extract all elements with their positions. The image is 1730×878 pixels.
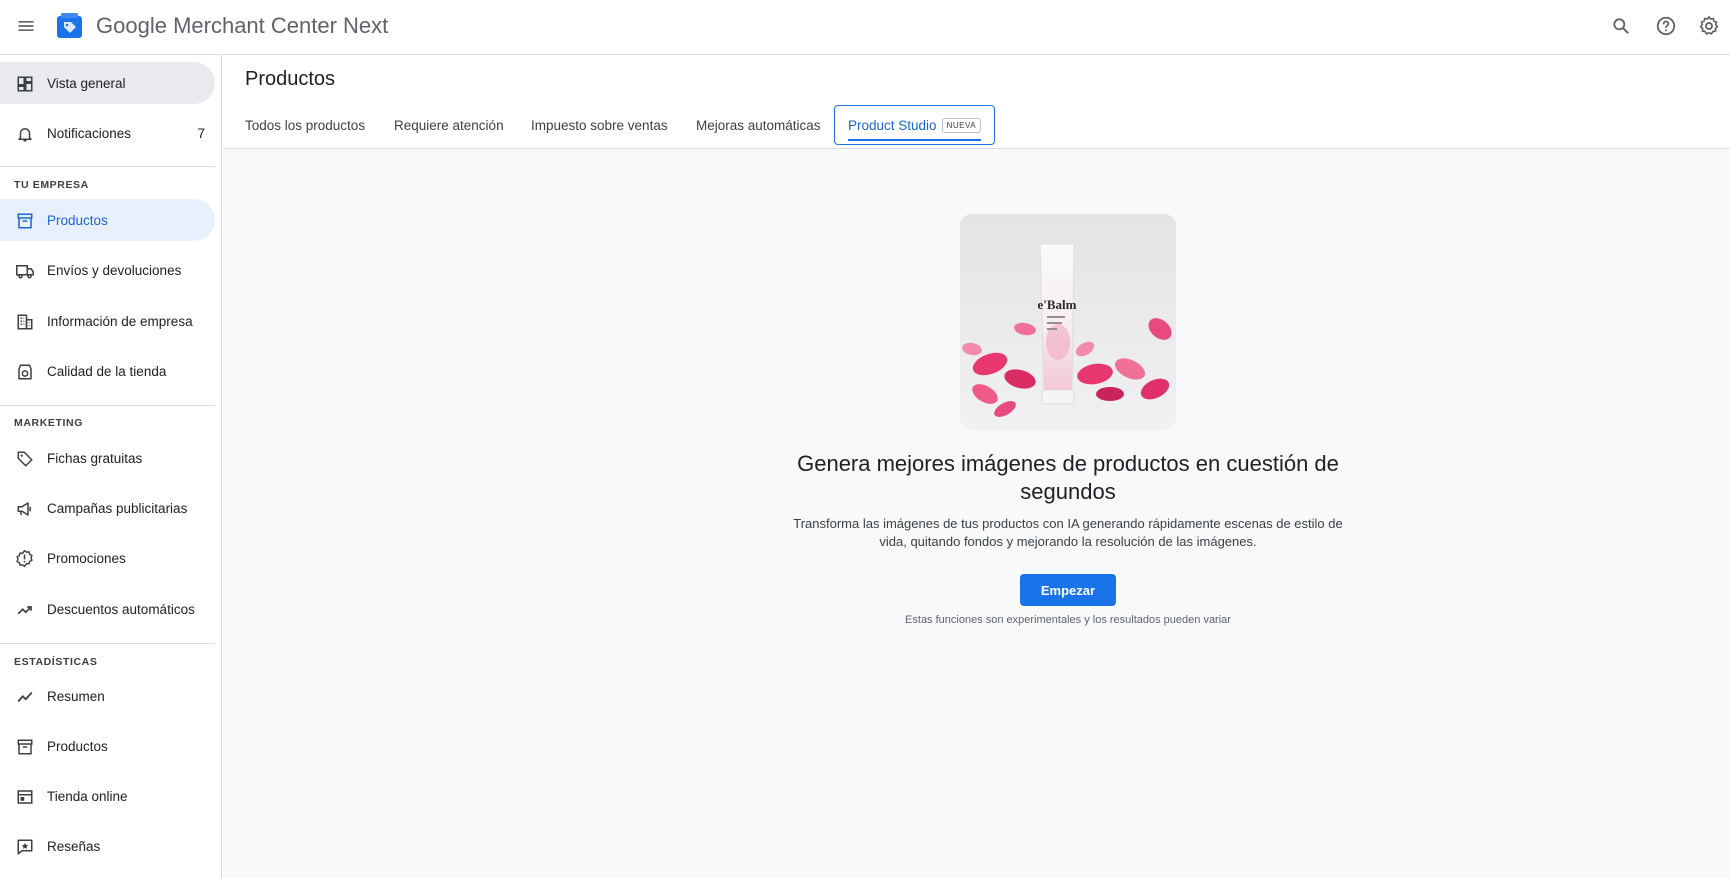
megaphone-icon <box>14 498 35 519</box>
tab-label: Todos los productos <box>245 117 366 133</box>
sidebar-item-resumen[interactable]: Resumen <box>0 675 215 717</box>
tab-product-studio[interactable]: Product Studio NUEVA <box>834 105 996 145</box>
store-quality-icon <box>14 361 35 382</box>
sidebar-item-notificaciones[interactable]: Notificaciones 7 <box>0 112 215 154</box>
sidebar-item-label: Resumen <box>47 688 105 704</box>
tab-mejoras-automaticas[interactable]: Mejoras automáticas <box>696 105 821 145</box>
sidebar-item-label: Reseñas <box>47 838 101 854</box>
web-window-icon <box>14 786 35 807</box>
help-icon[interactable] <box>1651 11 1681 41</box>
tab-label: Mejoras automáticas <box>696 117 821 133</box>
top-app-bar: Google Merchant Center Next <box>0 0 1730 55</box>
tag-icon <box>14 448 35 469</box>
app-title: Google Merchant Center Next <box>96 13 388 39</box>
sidebar-item-label: Fichas gratuitas <box>47 450 143 466</box>
page-header: Productos Todos los productos Requiere a… <box>223 55 1730 149</box>
sidebar-item-descuentos[interactable]: Descuentos automáticos <box>0 588 215 630</box>
new-badge: NUEVA <box>941 117 982 133</box>
sidebar-item-tienda-online[interactable]: Tienda online <box>0 775 215 817</box>
trend-line-icon <box>14 686 35 707</box>
divider <box>0 643 215 644</box>
product-name: Merchant Center Next <box>173 13 389 38</box>
sidebar-item-promociones[interactable]: Promociones <box>0 537 215 579</box>
sidebar-item-productos[interactable]: Productos <box>0 199 215 241</box>
main-content: Productos Todos los productos Requiere a… <box>223 55 1730 878</box>
sidebar-item-label: Productos <box>47 212 108 228</box>
section-header-marketing: MARKETING <box>14 417 83 429</box>
product-studio-hero-image: e'Balm <box>960 214 1176 430</box>
divider <box>0 405 215 406</box>
sidebar-item-fichas-gratuitas[interactable]: Fichas gratuitas <box>0 437 215 479</box>
section-header-estadisticas: ESTADÍSTICAS <box>14 656 98 668</box>
sidebar-item-vista-general[interactable]: Vista general <box>0 62 215 104</box>
sidebar-item-label: Promociones <box>47 550 126 566</box>
notification-count: 7 <box>197 125 205 141</box>
tab-label: Impuesto sobre ventas <box>531 117 668 133</box>
settings-icon[interactable] <box>1694 11 1724 41</box>
merchant-center-logo-icon <box>56 12 83 39</box>
building-icon <box>14 311 35 332</box>
truck-icon <box>14 260 35 281</box>
menu-icon[interactable] <box>12 12 40 40</box>
sidebar-item-label: Productos <box>47 738 108 754</box>
tab-label: Requiere atención <box>394 117 504 133</box>
empezar-button[interactable]: Empezar <box>1020 574 1116 606</box>
sidebar-item-informacion-empresa[interactable]: Información de empresa <box>0 300 215 342</box>
hero-description: Transforma las imágenes de tus productos… <box>793 516 1343 549</box>
promotion-badge-icon <box>14 548 35 569</box>
section-header-tu-empresa: TU EMPRESA <box>14 179 89 191</box>
search-icon[interactable] <box>1606 11 1636 41</box>
sidebar-item-label: Tienda online <box>47 788 128 804</box>
archive-box-icon <box>14 210 35 231</box>
sidebar: Vista general Notificaciones 7 TU EMPRES… <box>0 55 222 878</box>
divider <box>0 166 215 167</box>
review-star-icon <box>14 836 35 857</box>
sidebar-item-label: Descuentos automáticos <box>47 601 195 617</box>
sidebar-item-estadisticas-productos[interactable]: Productos <box>0 725 215 767</box>
experimental-note: Estas funciones son experimentales y los… <box>905 614 1231 626</box>
bell-icon <box>14 123 35 144</box>
sidebar-item-label: Campañas publicitarias <box>47 500 188 516</box>
dashboard-icon <box>14 73 35 94</box>
sidebar-item-label: Notificaciones <box>47 125 132 141</box>
sidebar-item-label: Envíos y devoluciones <box>47 262 182 278</box>
sidebar-item-label: Vista general <box>47 75 126 91</box>
hero-headline: Genera mejores imágenes de productos en … <box>797 451 1339 504</box>
tab-impuesto-sobre-ventas[interactable]: Impuesto sobre ventas <box>531 105 668 145</box>
sidebar-item-label: Calidad de la tienda <box>47 363 167 379</box>
product-brand-text: e'Balm <box>1038 297 1077 312</box>
page-title: Productos <box>245 68 336 90</box>
sidebar-item-label: Información de empresa <box>47 313 193 329</box>
tab-requiere-atencion[interactable]: Requiere atención <box>394 105 504 145</box>
tab-todos-los-productos[interactable]: Todos los productos <box>245 105 365 145</box>
trending-up-icon <box>14 599 35 620</box>
archive-box-icon <box>14 736 35 757</box>
tab-label: Product Studio <box>848 117 937 133</box>
sidebar-item-envios[interactable]: Envíos y devoluciones <box>0 249 215 291</box>
sidebar-item-resenas[interactable]: Reseñas <box>0 825 215 867</box>
brand-name: Google <box>96 13 167 38</box>
sidebar-item-campanas[interactable]: Campañas publicitarias <box>0 487 215 529</box>
sidebar-item-calidad-tienda[interactable]: Calidad de la tienda <box>0 350 215 392</box>
